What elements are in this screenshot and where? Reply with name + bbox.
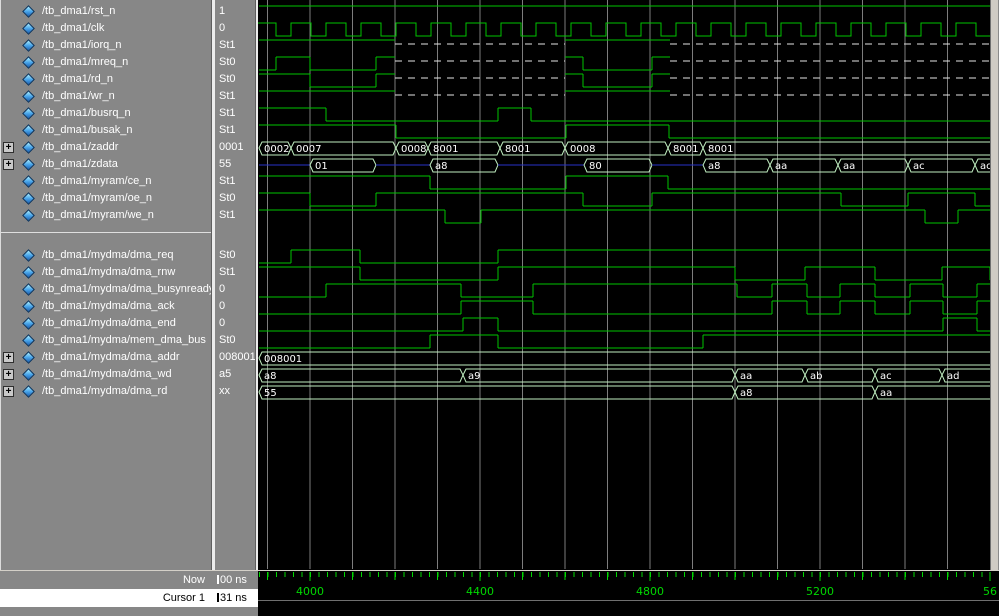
wave-wr_n <box>259 91 997 95</box>
svg-text:4000: 4000 <box>296 585 324 598</box>
svg-text:aa: aa <box>843 161 855 172</box>
cursor-value: 31 ns <box>217 589 247 607</box>
clipped-digit-fragment <box>217 575 219 584</box>
modelsim-wave-window: /tb_dma1/rst_n/tb_dma1/clk/tb_dma1/iorq_… <box>0 0 999 616</box>
clipped-digit-fragment <box>217 593 219 602</box>
svg-text:008001: 008001 <box>264 354 302 365</box>
wave-oe_n <box>259 193 997 206</box>
svg-text:8001: 8001 <box>708 144 733 155</box>
wave-busak_n <box>259 125 997 138</box>
svg-text:ab: ab <box>810 371 822 382</box>
now-row: Now 00 ns <box>0 571 258 589</box>
svg-text:aa: aa <box>775 161 787 172</box>
svg-text:aa: aa <box>740 371 752 382</box>
svg-text:a8: a8 <box>264 371 277 382</box>
svg-text:0002: 0002 <box>264 144 289 155</box>
time-bar-left: Now 00 ns Cursor 1 31 ns <box>0 571 258 616</box>
timeline-ruler[interactable]: 4000 4400 4800 5200 56 <box>258 571 999 600</box>
wave-busrq_n <box>259 108 997 121</box>
wave-clk <box>256 23 999 36</box>
wave-dma_busynready <box>259 284 997 297</box>
svg-text:4800: 4800 <box>636 585 664 598</box>
cursor-row[interactable]: Cursor 1 31 ns <box>0 589 258 607</box>
svg-text:01: 01 <box>315 161 328 172</box>
wave-mem_dma_bus <box>259 335 997 348</box>
svg-text:ac: ac <box>880 371 892 382</box>
now-label: Now <box>0 571 205 589</box>
vertical-scrollbar[interactable] <box>990 0 999 570</box>
svg-text:55: 55 <box>264 388 277 399</box>
svg-text:a8: a8 <box>740 388 753 399</box>
now-value: 00 ns <box>217 571 247 589</box>
svg-text:0008: 0008 <box>401 144 426 155</box>
time-bar: Now 00 ns Cursor 1 31 ns 4000 4400 4800 520… <box>0 570 999 616</box>
wave-dma_end <box>259 318 997 331</box>
svg-text:5200: 5200 <box>806 585 834 598</box>
svg-text:8001: 8001 <box>505 144 530 155</box>
svg-text:80: 80 <box>589 161 602 172</box>
cursor-track[interactable] <box>258 601 999 616</box>
wave-dma_rd: 55 a8 aa <box>259 386 997 399</box>
wave-iorq_n <box>259 40 997 44</box>
waveform-svg: 0002 0007 0008 8001 8001 0008 8001 8001 01 a8 80 a8… <box>0 0 999 570</box>
svg-text:0008: 0008 <box>570 144 595 155</box>
svg-text:a8: a8 <box>708 161 721 172</box>
cursor-label: Cursor 1 <box>0 589 205 607</box>
svg-text:8001: 8001 <box>673 144 698 155</box>
svg-text:aa: aa <box>880 388 892 399</box>
wave-dma_req <box>259 250 997 263</box>
svg-text:56: 56 <box>983 585 997 598</box>
svg-text:8001: 8001 <box>433 144 458 155</box>
wave-mreq_n <box>259 57 997 70</box>
svg-text:0007: 0007 <box>296 144 321 155</box>
wave-zaddr: 0002 0007 0008 8001 8001 0008 8001 8001 <box>259 142 997 155</box>
wave-dma_wd: a8 a9 aa ab ac ad <box>259 369 997 382</box>
wave-rd_n <box>259 74 997 87</box>
wave-dma_addr: 008001 <box>259 352 997 365</box>
svg-text:4400: 4400 <box>466 585 494 598</box>
wave-dma_ack <box>259 301 997 314</box>
svg-text:a8: a8 <box>435 161 448 172</box>
wave-zdata: 01a880a8aaaaacac <box>259 159 997 172</box>
wave-dma_rnw <box>259 267 997 280</box>
svg-text:a9: a9 <box>468 371 481 382</box>
svg-text:ac: ac <box>913 161 925 172</box>
wave-ce_n <box>259 176 997 189</box>
svg-text:ad: ad <box>947 371 959 382</box>
wave-we_n <box>259 210 997 223</box>
